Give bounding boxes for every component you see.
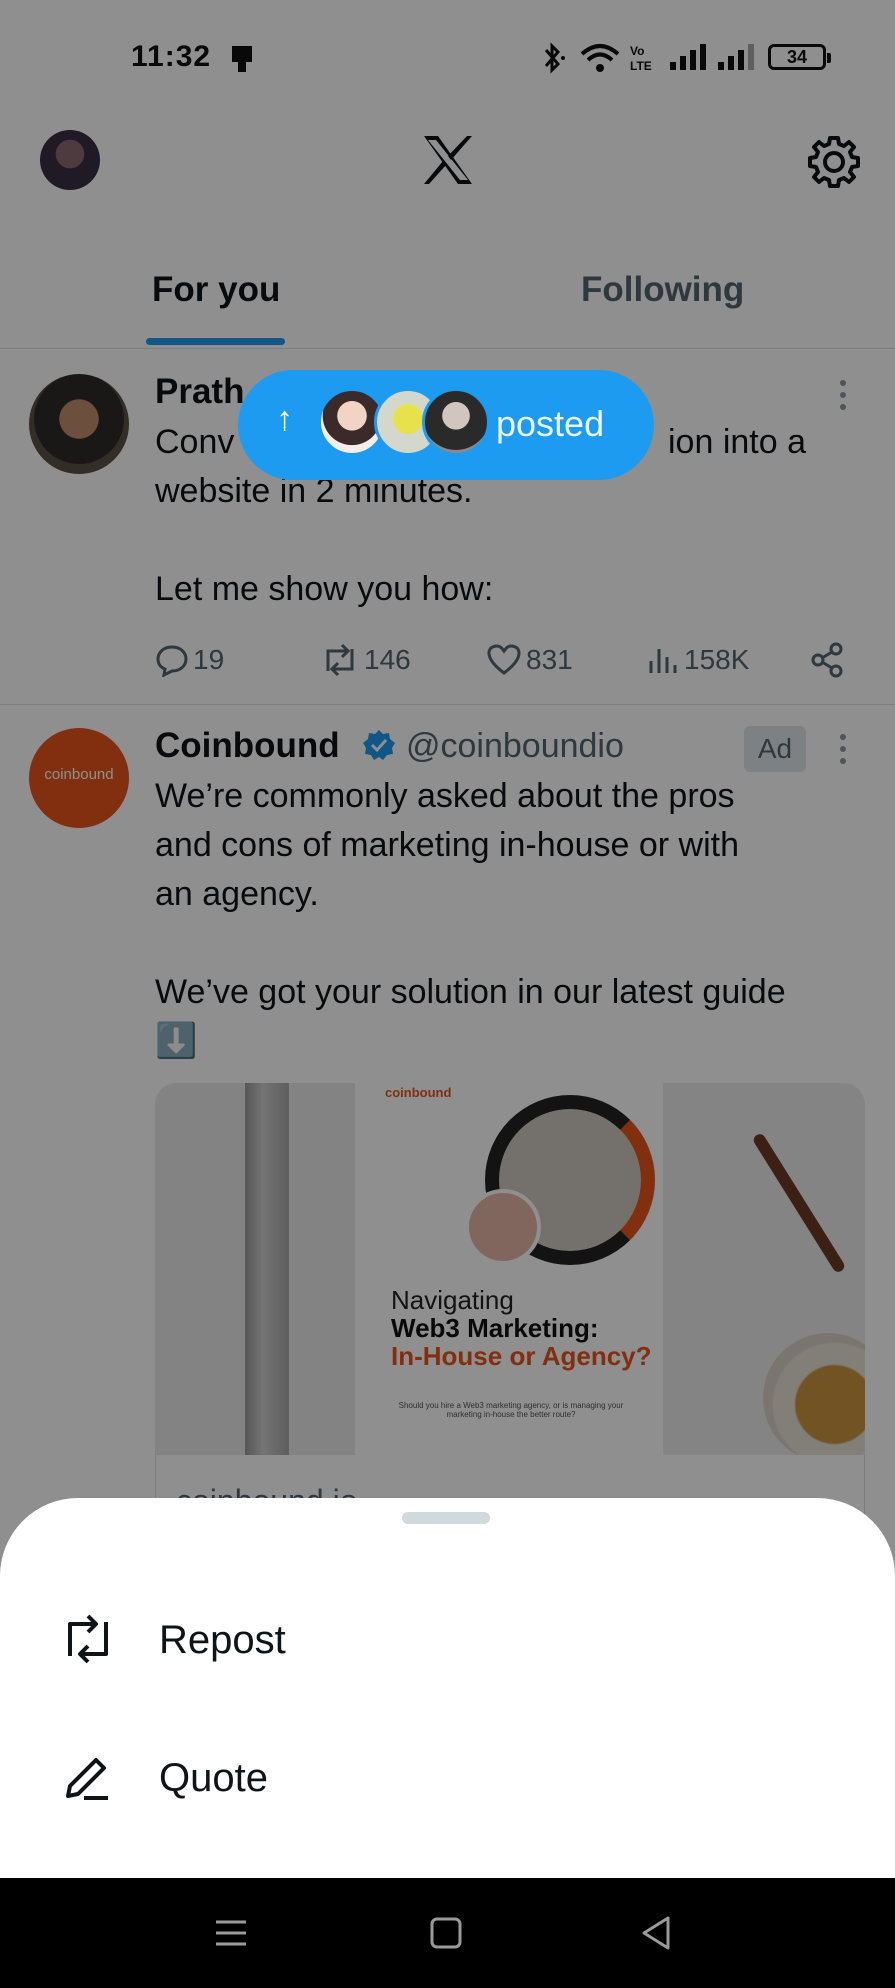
system-nav-bar xyxy=(0,1878,895,1988)
quote-option[interactable]: Quote xyxy=(0,1722,895,1832)
new-posts-label: posted xyxy=(496,403,605,444)
pencil-icon xyxy=(66,1758,108,1800)
repost-label: Repost xyxy=(159,1618,286,1662)
repost-icon xyxy=(68,1614,108,1664)
repost-option[interactable]: Repost xyxy=(0,1584,895,1694)
back-icon[interactable] xyxy=(634,1910,680,1956)
home-timeline: 11:32 Vo LTE 34 For you Following Prath … xyxy=(0,0,895,1988)
sheet-drag-handle[interactable] xyxy=(402,1512,490,1524)
poster-avatar xyxy=(422,388,490,456)
quote-label: Quote xyxy=(159,1756,268,1800)
arrow-up-icon: ↑ xyxy=(276,400,293,438)
menu-icon[interactable] xyxy=(208,1910,254,1956)
repost-bottom-sheet: Repost Quote xyxy=(0,1498,895,1878)
home-icon[interactable] xyxy=(423,1910,469,1956)
new-posts-pill[interactable]: ↑ posted xyxy=(238,370,654,480)
